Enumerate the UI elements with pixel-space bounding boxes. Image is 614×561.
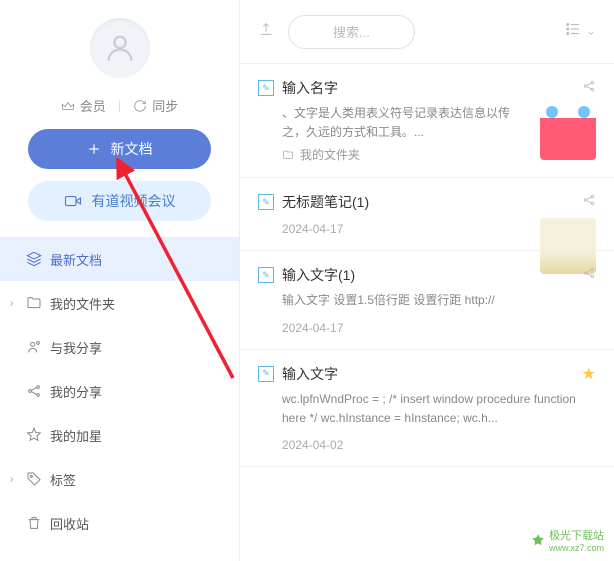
- topbar: 搜索...: [240, 0, 614, 64]
- chevron-right-icon: ›: [10, 298, 22, 309]
- watermark-logo-icon: [531, 533, 545, 547]
- nav-label: 回收站: [50, 514, 225, 533]
- note-type-icon: ✎: [258, 267, 274, 283]
- nav-tags[interactable]: › 标签: [0, 457, 239, 501]
- new-document-button[interactable]: 新文档: [28, 129, 211, 169]
- main-panel: 搜索... ✎ 输入名字 、文字是人类用表义符号记录表达信息以传之，久远的方式和…: [240, 0, 614, 561]
- note-item[interactable]: ✎ 输入文字(1) 输入文字 设置1.5倍行距 设置行距 http:// 202…: [240, 251, 614, 349]
- star-icon: [22, 427, 46, 443]
- video-meeting-label: 有道视频会议: [92, 191, 176, 211]
- search-placeholder: 搜索...: [333, 22, 370, 41]
- video-icon: [64, 192, 82, 210]
- note-preview: 输入文字 设置1.5倍行距 设置行距 http://: [282, 291, 596, 310]
- note-item[interactable]: ✎ 输入名字 、文字是人类用表义符号记录表达信息以传之，久远的方式和工具。...…: [240, 64, 614, 178]
- nav-label: 我的分享: [50, 382, 225, 401]
- note-title: 无标题笔记(1): [282, 192, 574, 212]
- nav-my-shares[interactable]: 我的分享: [0, 369, 239, 413]
- stack-icon: [22, 251, 46, 267]
- note-date: 2024-04-02: [282, 438, 596, 452]
- nav-label: 标签: [50, 470, 225, 489]
- sidebar: 会员 | 同步 新文档 有道视频会议 最新文档: [0, 0, 240, 561]
- watermark-url: www.xz7.com: [549, 543, 604, 553]
- upload-icon[interactable]: [254, 17, 278, 46]
- note-preview: wc.lpfnWndProc = ; /* insert window proc…: [282, 390, 596, 428]
- avatar[interactable]: [90, 18, 150, 78]
- note-item[interactable]: ✎ 无标题笔记(1) 2024-04-17: [240, 178, 614, 251]
- nav-label: 我的文件夹: [50, 294, 225, 313]
- share-icon[interactable]: [582, 79, 596, 98]
- tag-icon: [22, 471, 46, 487]
- my-share-icon: [22, 383, 46, 399]
- nav-label: 与我分享: [50, 338, 225, 357]
- nav-label: 最新文档: [50, 250, 225, 269]
- share-with-me-icon: [22, 339, 46, 355]
- note-type-icon: ✎: [258, 80, 274, 96]
- member-label: 会员: [80, 96, 106, 115]
- note-item[interactable]: ✎ 输入文字 ★ wc.lpfnWndProc = ; /* insert wi…: [240, 350, 614, 467]
- sync-label: 同步: [152, 96, 178, 115]
- member-link[interactable]: 会员: [61, 96, 106, 115]
- note-thumbnail: [540, 104, 596, 160]
- star-filled-icon[interactable]: ★: [582, 364, 596, 384]
- plus-icon: [87, 142, 101, 156]
- search-input[interactable]: 搜索...: [288, 15, 415, 49]
- profile-links: 会员 | 同步: [0, 88, 239, 129]
- share-icon[interactable]: [582, 193, 596, 212]
- chevron-right-icon: ›: [10, 474, 22, 485]
- video-meeting-button[interactable]: 有道视频会议: [28, 181, 211, 221]
- crown-icon: [61, 99, 75, 113]
- nav-label: 我的加星: [50, 426, 225, 445]
- nav-my-folders[interactable]: › 我的文件夹: [0, 281, 239, 325]
- watermark-name: 极光下载站: [549, 527, 604, 543]
- sync-link[interactable]: 同步: [133, 96, 178, 115]
- user-icon: [103, 31, 137, 65]
- folder-icon-nav: [22, 295, 46, 311]
- nav-trash[interactable]: 回收站: [0, 501, 239, 545]
- note-list: ✎ 输入名字 、文字是人类用表义符号记录表达信息以传之，久远的方式和工具。...…: [240, 64, 614, 561]
- share-icon[interactable]: [582, 266, 596, 285]
- sync-icon: [133, 99, 147, 113]
- nav-starred[interactable]: 我的加星: [0, 413, 239, 457]
- note-folder: 我的文件夹: [300, 146, 360, 163]
- note-title: 输入文字(1): [282, 265, 574, 285]
- nav-shared-with-me[interactable]: 与我分享: [0, 325, 239, 369]
- folder-small-icon: [282, 149, 294, 161]
- divider: |: [118, 98, 121, 113]
- note-date: 2024-04-17: [282, 321, 596, 335]
- avatar-section: [0, 0, 239, 88]
- note-type-icon: ✎: [258, 194, 274, 210]
- note-title: 输入文字: [282, 364, 574, 384]
- note-title: 输入名字: [282, 78, 574, 98]
- note-type-icon: ✎: [258, 366, 274, 382]
- trash-icon: [22, 515, 46, 531]
- view-options-icon[interactable]: [560, 16, 600, 47]
- nav-list: 最新文档 › 我的文件夹 与我分享 我的分: [0, 237, 239, 561]
- new-document-label: 新文档: [111, 139, 153, 159]
- watermark: 极光下载站 www.xz7.com: [531, 527, 604, 553]
- nav-recent-docs[interactable]: 最新文档: [0, 237, 239, 281]
